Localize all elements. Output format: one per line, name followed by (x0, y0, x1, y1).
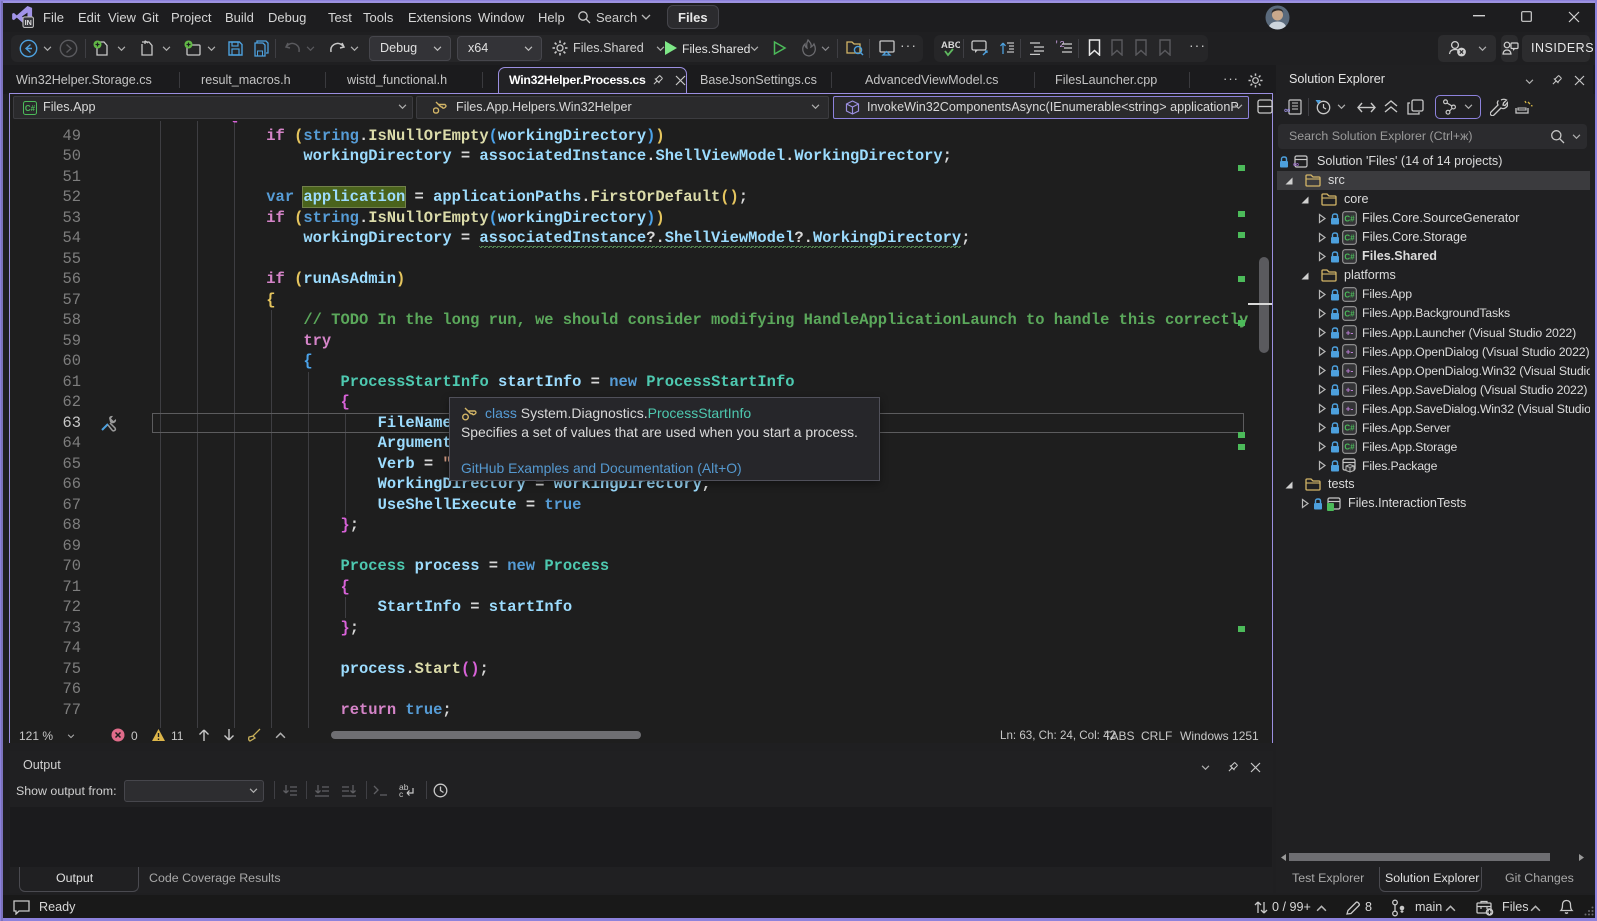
svg-text:'2: '2 (1054, 40, 1065, 50)
svg-text:+-: +- (1346, 404, 1354, 414)
svg-text:+-: +- (1346, 327, 1354, 337)
svg-text:C#: C# (1344, 443, 1355, 452)
svg-text:C#: C# (1344, 252, 1355, 261)
svg-text:C#: C# (25, 104, 36, 113)
svg-text:C#: C# (1344, 290, 1355, 299)
svg-text:C#: C# (1344, 214, 1355, 223)
svg-text:C#: C# (1344, 233, 1355, 242)
svg-text:+-: +- (1346, 366, 1354, 376)
svg-text:∞: ∞ (1293, 159, 1299, 169)
svg-text:ABC: ABC (941, 40, 960, 51)
svg-text:∞: ∞ (1284, 105, 1291, 115)
svg-text:IN: IN (25, 19, 32, 27)
svg-text:+-: +- (1346, 385, 1354, 395)
svg-text:C#: C# (1344, 309, 1355, 318)
svg-text:+-: +- (1346, 347, 1354, 357)
svg-text:C#: C# (1344, 424, 1355, 433)
